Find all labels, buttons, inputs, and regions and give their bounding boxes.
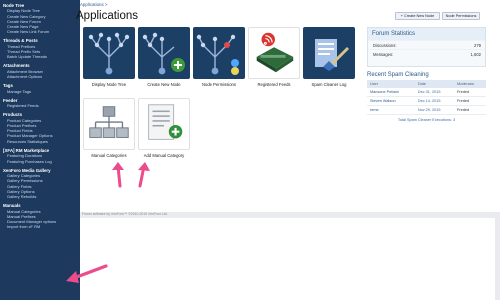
- sidebar-item[interactable]: Registered Feeds: [0, 103, 80, 108]
- user-link[interactable]: Steven Watson: [367, 96, 415, 106]
- tile-label: Spam Cleaner Log: [311, 82, 347, 87]
- spam-cleaner-total-link[interactable]: Total Spam Cleaner Executions: 3: [367, 115, 486, 122]
- stat-value: 1,602: [470, 52, 481, 57]
- sidebar-item[interactable]: Manage Tags: [0, 89, 80, 94]
- sidebar-item[interactable]: Gallery Rebuilds: [0, 194, 80, 199]
- sidebar-group-title[interactable]: Tags: [0, 81, 80, 88]
- spam-table: User Date Moderator Mansone Pellaini Dec…: [367, 80, 486, 115]
- moderator-link[interactable]: Freded: [454, 96, 486, 106]
- create-new-node-button[interactable]: + Create New Node: [395, 12, 440, 20]
- add-document-icon: [138, 98, 190, 150]
- sidebar-item[interactable]: Resources Statistiques: [0, 139, 80, 144]
- user-link[interactable]: Mansone Pellaini: [367, 88, 415, 97]
- page-title: Applications: [76, 10, 139, 22]
- spam-cleaner-icon: [303, 27, 355, 79]
- forum-statistics-title: Forum Statistics: [368, 28, 485, 40]
- tile-manual-categories[interactable]: Manual Categories: [83, 98, 135, 158]
- table-row: Steven Watson Dec 14, 2015 Freded: [367, 96, 486, 106]
- table-row: Mansone Pellaini Dec 31, 2015 Freded: [367, 88, 486, 97]
- sidebar-group: Manuals Manual Categories Manual Prefixes D…: [0, 200, 80, 230]
- date-cell: Nov 29, 2015: [414, 105, 455, 115]
- tile-spam-cleaner-log[interactable]: Spam Cleaner Log: [303, 27, 355, 87]
- sidebar-group: XenForo Media Gallery Gallery Categories G…: [0, 165, 80, 200]
- sidebar-group: Products Product Categories Product Prefix…: [0, 109, 80, 144]
- sidebar-group: Feeder Registered Feeds: [0, 95, 80, 110]
- table-row: reme Nov 29, 2015 Freded: [367, 105, 486, 115]
- sidebar-group: Node Tree Display Node Tree Create New Cat…: [0, 0, 80, 35]
- spam-cleaning-title: Recent Spam Cleaning: [367, 72, 429, 78]
- tile-add-manual-category[interactable]: Add Manual Category: [138, 98, 190, 158]
- sidebar-group-title[interactable]: XenForo Media Gallery: [0, 166, 80, 173]
- user-link[interactable]: reme: [367, 105, 415, 115]
- sidebar-group: [XFA] RM Marketplace Featuring Durations F…: [0, 145, 80, 165]
- sidebar-item[interactable]: Create New Link Forum: [0, 29, 80, 34]
- annotation-arrow-icon: [112, 162, 150, 188]
- node-permissions-icon: [193, 27, 245, 79]
- sidebar-group: Tags Manage Tags: [0, 80, 80, 95]
- sidebar-group-title[interactable]: [XFA] RM Marketplace: [0, 146, 80, 153]
- recent-spam-cleaning-panel: Recent Spam Cleaning User Date Moderator…: [367, 70, 486, 138]
- tile-create-new-node[interactable]: Create New Node: [138, 27, 190, 87]
- date-cell: Dec 31, 2015: [414, 88, 455, 97]
- tile-node-permissions[interactable]: Node Permissions: [193, 27, 245, 87]
- admin-sidebar: Node Tree Display Node Tree Create New Cat…: [0, 0, 80, 300]
- sitemap-icon: [83, 98, 135, 150]
- spam-table-header: User Date Moderator: [367, 80, 486, 88]
- page-bottom: [80, 218, 495, 300]
- sidebar-group-title[interactable]: Feeder: [0, 96, 80, 103]
- moderator-link[interactable]: Freded: [454, 88, 486, 97]
- tile-registered-feeds[interactable]: Registered Feeds: [248, 27, 300, 87]
- main-content: Applications > Applications + Create New…: [76, 0, 500, 300]
- node-permissions-button[interactable]: Node Permissions: [442, 12, 480, 20]
- column-header-user: User: [367, 80, 415, 88]
- stat-row-discussions: Discussions: 279: [368, 40, 485, 49]
- forum-statistics-panel: Forum Statistics Discussions: 279 Messag…: [367, 27, 486, 67]
- sidebar-group-title[interactable]: Products: [0, 110, 80, 117]
- stat-value: 279: [474, 43, 481, 48]
- footer-copyright: Forum software by XenForo™ ©2010-2015 Xe…: [82, 212, 168, 216]
- sidebar-group: Attachments Attachment Browser Attachment …: [0, 60, 80, 80]
- node-tree-icon: [83, 27, 135, 79]
- sidebar-group: Threads & Posts Thread Prefixes Thread Pre…: [0, 35, 80, 60]
- sidebar-item[interactable]: Featuring Purchases Log: [0, 159, 80, 164]
- column-header-moderator: Moderator: [454, 80, 486, 88]
- sidebar-item[interactable]: Attachment Options: [0, 74, 80, 79]
- tile-display-node-tree[interactable]: Display Node Tree: [83, 27, 135, 87]
- sidebar-group-title[interactable]: Manuals: [0, 201, 80, 208]
- breadcrumb[interactable]: Applications >: [80, 2, 107, 7]
- tile-label: Add Manual Category: [143, 153, 185, 158]
- annotation-arrow-icon: [66, 264, 108, 283]
- sidebar-group-title[interactable]: Node Tree: [0, 1, 80, 8]
- stat-label: Messages:: [373, 52, 394, 57]
- sidebar-group-title[interactable]: Attachments: [0, 61, 80, 68]
- rss-feed-icon: [248, 27, 300, 79]
- create-node-icon: [138, 27, 190, 79]
- moderator-link[interactable]: Freded: [454, 105, 486, 115]
- sidebar-item[interactable]: Import from xF RM: [0, 224, 80, 229]
- stat-label: Discussions:: [373, 43, 397, 48]
- sidebar-item[interactable]: Batch Update Threads: [0, 54, 80, 59]
- stat-row-messages: Messages: 1,602: [368, 49, 485, 58]
- column-header-date: Date: [414, 80, 455, 88]
- sidebar-groups: Node Tree Display Node Tree Create New Cat…: [0, 0, 80, 230]
- date-cell: Dec 14, 2015: [414, 96, 455, 106]
- sidebar-group-title[interactable]: Threads & Posts: [0, 36, 80, 43]
